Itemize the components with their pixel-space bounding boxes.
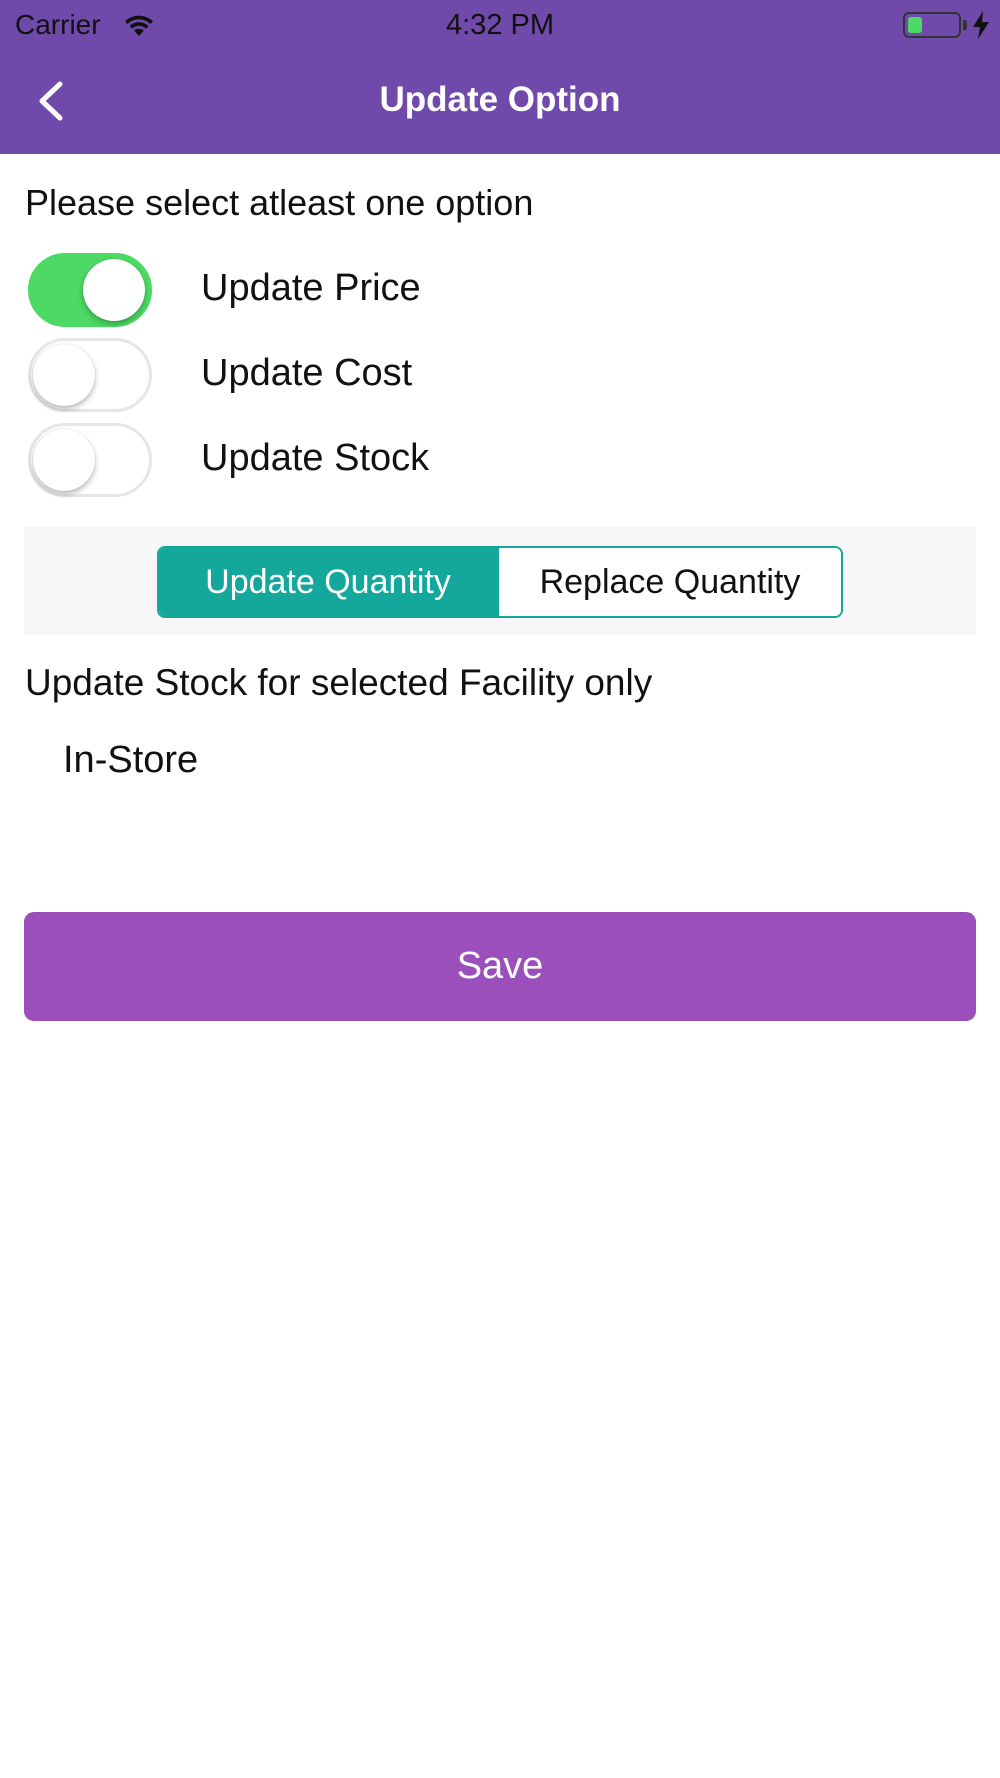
navigation-header: Carrier 4:32 PM Update Option xyxy=(0,0,1000,154)
save-button[interactable]: Save xyxy=(24,912,976,1021)
quantity-mode-segmented-control: Update Quantity Replace Quantity xyxy=(157,546,843,618)
update-cost-switch[interactable] xyxy=(28,338,152,412)
replace-quantity-segment[interactable]: Replace Quantity xyxy=(497,548,841,616)
update-price-switch[interactable] xyxy=(28,253,152,327)
facility-item-in-store[interactable]: In-Store xyxy=(63,739,198,782)
battery-level xyxy=(908,17,922,33)
toggle-row-update-stock: Update Stock xyxy=(0,423,1000,503)
page-title: Update Option xyxy=(379,80,621,119)
status-bar: Carrier 4:32 PM xyxy=(0,0,1000,50)
update-price-label: Update Price xyxy=(201,267,421,309)
toggle-row-update-price: Update Price xyxy=(0,253,1000,333)
update-quantity-segment[interactable]: Update Quantity xyxy=(159,548,497,616)
switch-knob xyxy=(33,344,95,406)
switch-knob xyxy=(83,259,145,321)
update-cost-label: Update Cost xyxy=(201,352,413,394)
facility-section-title: Update Stock for selected Facility only xyxy=(25,662,653,703)
update-stock-switch[interactable] xyxy=(28,423,152,497)
update-stock-label: Update Stock xyxy=(201,437,430,479)
charging-bolt-icon xyxy=(973,11,989,39)
toggle-row-update-cost: Update Cost xyxy=(0,338,1000,418)
instruction-text: Please select atleast one option xyxy=(25,182,534,223)
battery-tip xyxy=(963,20,967,30)
quantity-mode-panel: Update Quantity Replace Quantity xyxy=(24,527,976,635)
battery-icon xyxy=(903,12,961,38)
clock: 4:32 PM xyxy=(446,9,554,41)
switch-knob xyxy=(33,429,95,491)
